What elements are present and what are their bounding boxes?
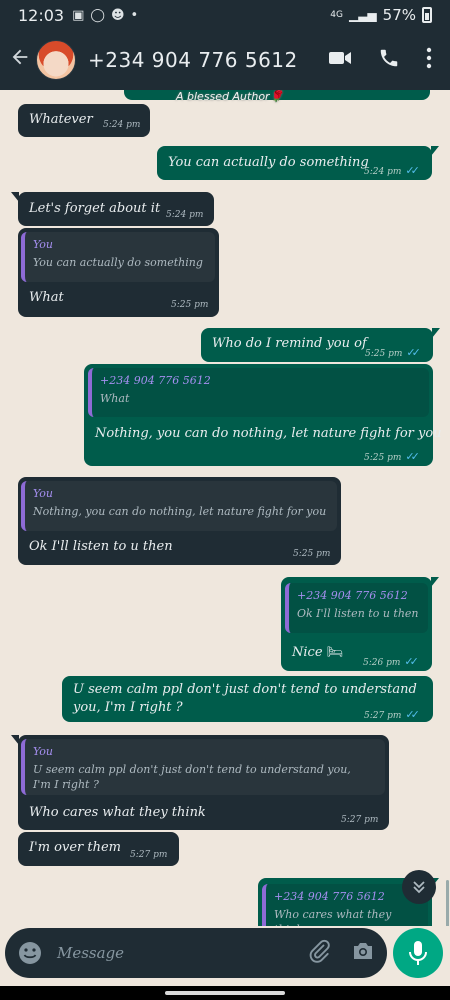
- message-input[interactable]: Message: [57, 944, 124, 962]
- quote-author: You: [33, 745, 54, 758]
- read-receipt-icon: ✓✓: [405, 450, 420, 463]
- message-time-wrap: 5:27 pm ✓✓: [364, 708, 420, 721]
- message-bubble[interactable]: I'm over them 5:27 pm: [18, 832, 179, 866]
- quoted-message[interactable]: You Nothing, you can do nothing, let nat…: [21, 481, 337, 531]
- quote-text: Ok I'll listen to u then: [297, 607, 419, 620]
- emoji-icon[interactable]: [17, 940, 43, 966]
- read-receipt-icon: ✓✓: [405, 164, 420, 177]
- message-text: Who cares what they think: [29, 805, 206, 820]
- camera-icon[interactable]: [351, 940, 375, 966]
- message-text: U seem calm ppl don't just don't tend to…: [73, 682, 417, 697]
- network-type: 4G: [330, 9, 343, 20]
- message-bubble[interactable]: You U seem calm ppl don't just don't ten…: [11, 735, 389, 830]
- quote-text: Nothing, you can do nothing, let nature …: [33, 505, 327, 518]
- message-time-wrap: 5:24 pm ✓✓: [364, 164, 420, 177]
- message-bubble[interactable]: +234 904 776 5612 Ok I'll listen to u th…: [281, 577, 439, 671]
- message-text: Nice: [292, 645, 323, 660]
- quote-text-line2: I'm I right ?: [33, 778, 99, 791]
- battery-percent: 57%: [382, 6, 416, 24]
- system-nav-bar: [0, 986, 450, 1000]
- message-text: Let's forget about it: [29, 201, 161, 216]
- message-time: 5:24 pm: [166, 210, 204, 220]
- message-time: 5:25 pm: [293, 549, 331, 559]
- gallery-notification-icon: ▣: [72, 7, 85, 23]
- avatar[interactable]: [36, 40, 76, 80]
- message-time: 5:25 pm: [365, 349, 403, 359]
- quote-author: +234 904 776 5612: [100, 374, 211, 387]
- message-bubble[interactable]: You You can actually do something What 5…: [18, 228, 219, 317]
- chat-area[interactable]: A blessed Author🌹 Whatever 5:24 pm You c…: [0, 90, 450, 926]
- message-time: 5:27 pm: [364, 711, 402, 721]
- battery-icon: [422, 7, 432, 23]
- chat-header: +234 904 776 5612: [0, 30, 450, 90]
- message-time: 5:27 pm: [341, 815, 379, 825]
- snapchat-notification-icon: ☻: [110, 7, 125, 23]
- scrollbar[interactable]: [446, 880, 449, 926]
- read-receipt-icon: ✓✓: [404, 655, 419, 668]
- message-time: 5:27 pm: [130, 850, 168, 860]
- whatsapp-notification-icon: ◯: [90, 7, 105, 23]
- message-time-wrap: 5:25 pm ✓✓: [364, 450, 420, 463]
- message-text: Who do I remind you of: [212, 336, 367, 351]
- bed-emoji: 🛏: [326, 645, 344, 660]
- back-arrow-icon[interactable]: [6, 46, 34, 74]
- video-call-icon[interactable]: [328, 48, 352, 72]
- message-input-box[interactable]: Message: [5, 928, 387, 978]
- message-text: You can actually do something: [168, 155, 369, 170]
- attach-icon[interactable]: [307, 939, 331, 967]
- message-time: 5:26 pm: [363, 658, 401, 668]
- scroll-down-icon[interactable]: [402, 870, 436, 904]
- message-bubble[interactable]: Who do I remind you of 5:25 pm ✓✓: [201, 328, 440, 362]
- quoted-message[interactable]: You U seem calm ppl don't just don't ten…: [21, 739, 385, 795]
- quoted-message[interactable]: +234 904 776 5612 Ok I'll listen to u th…: [285, 583, 428, 633]
- status-time: 12:03: [18, 5, 65, 25]
- message-time: 5:24 pm: [103, 120, 141, 130]
- more-options-icon[interactable]: [426, 47, 432, 73]
- message-bubble[interactable]: You Nothing, you can do nothing, let nat…: [18, 477, 341, 565]
- home-handle[interactable]: [165, 991, 285, 995]
- message-bubble[interactable]: You can actually do something 5:24 pm ✓✓: [157, 146, 439, 180]
- quote-text: What: [100, 392, 130, 405]
- status-bar: 12:03 ▣ ◯ ☻ • 4G ▁▃▅ 57%: [0, 0, 450, 30]
- composer: Message: [0, 926, 450, 986]
- quote-author: You: [33, 238, 54, 251]
- message-time: 5:25 pm: [171, 300, 209, 310]
- phone-icon[interactable]: [378, 47, 400, 73]
- message-text: Nothing, you can do nothing, let nature …: [95, 426, 442, 441]
- message-time-wrap: 5:26 pm ✓✓: [363, 655, 419, 668]
- read-receipt-icon: ✓✓: [406, 346, 421, 359]
- message-text: What: [29, 290, 64, 305]
- quoted-message[interactable]: +234 904 776 5612 What: [88, 368, 429, 417]
- signal-icon: ▁▃▅: [348, 8, 377, 22]
- message-text: Whatever: [29, 112, 93, 127]
- message-bubble[interactable]: Let's forget about it 5:24 pm: [11, 192, 214, 226]
- message-text: Ok I'll listen to u then: [29, 539, 173, 554]
- message-text-line2: you, I'm I right ?: [73, 700, 183, 715]
- quote-text: You can actually do something: [33, 256, 203, 269]
- banner-caption: A blessed Author🌹: [176, 90, 284, 103]
- quote-author: You: [33, 487, 54, 500]
- quote-text: U seem calm ppl don't just don't tend to…: [33, 763, 351, 776]
- message-bubble[interactable]: Whatever 5:24 pm: [18, 104, 150, 137]
- message-time-wrap: 5:25 pm ✓✓: [365, 346, 421, 359]
- read-receipt-icon: ✓✓: [405, 708, 420, 721]
- quote-author: +234 904 776 5612: [297, 589, 408, 602]
- message-time: 5:25 pm: [364, 453, 402, 463]
- mic-icon[interactable]: [393, 928, 443, 978]
- message-text: I'm over them: [29, 840, 121, 855]
- dot-icon: •: [130, 7, 139, 23]
- quoted-message[interactable]: You You can actually do something: [21, 232, 215, 282]
- quote-text: Who cares what they think: [274, 908, 392, 926]
- contact-name[interactable]: +234 904 776 5612: [88, 48, 298, 72]
- message-time: 5:24 pm: [364, 167, 402, 177]
- quote-author: +234 904 776 5612: [274, 890, 385, 903]
- message-bubble[interactable]: U seem calm ppl don't just don't tend to…: [62, 676, 433, 722]
- message-text-wrap: Nice 🛏: [292, 645, 343, 660]
- message-bubble[interactable]: +234 904 776 5612 What Nothing, you can …: [84, 364, 442, 466]
